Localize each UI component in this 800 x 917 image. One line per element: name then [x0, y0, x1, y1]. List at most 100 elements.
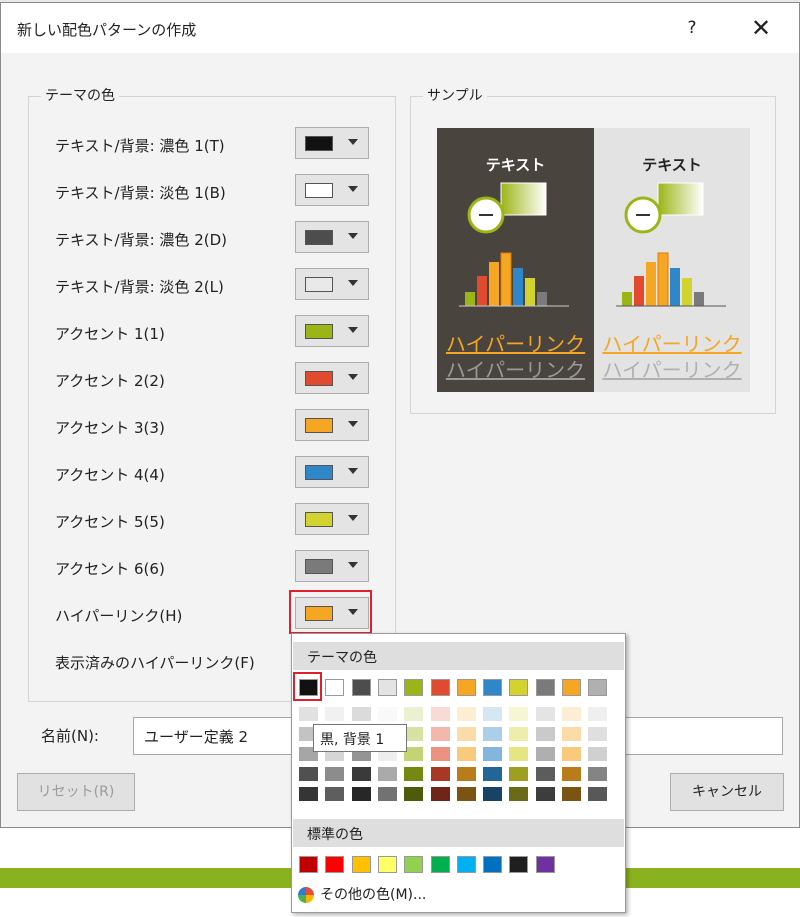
shade-color-cell[interactable]	[588, 747, 608, 761]
color-dropdown-button[interactable]	[295, 456, 369, 488]
close-button[interactable]: ✕	[743, 13, 779, 43]
shade-color-cell[interactable]	[404, 787, 424, 801]
shade-color-cell[interactable]	[509, 767, 529, 781]
color-row-label: アクセント 5(5)	[55, 513, 165, 531]
theme-color-cell[interactable]	[325, 679, 345, 696]
standard-color-cell[interactable]	[299, 856, 318, 873]
chevron-down-icon	[348, 139, 358, 145]
theme-color-cell[interactable]	[562, 679, 581, 696]
color-dropdown-button[interactable]	[295, 550, 369, 582]
shade-color-cell[interactable]	[588, 727, 608, 741]
shade-color-cell[interactable]	[351, 787, 371, 801]
standard-color-cell[interactable]	[377, 856, 397, 873]
shade-color-cell[interactable]	[562, 767, 581, 781]
shade-color-cell[interactable]	[588, 707, 608, 721]
shade-color-cell[interactable]	[325, 767, 345, 781]
theme-color-cell[interactable]	[483, 679, 503, 696]
shade-color-cell[interactable]	[430, 787, 450, 801]
shade-color-cell[interactable]	[377, 767, 397, 781]
color-dropdown-button[interactable]	[295, 315, 369, 347]
shade-color-cell[interactable]	[430, 707, 450, 721]
help-button[interactable]: ?	[677, 13, 707, 43]
shade-color-cell[interactable]	[351, 767, 371, 781]
shade-color-cell[interactable]	[562, 727, 581, 741]
color-dropdown-button[interactable]	[295, 503, 369, 535]
color-dropdown-button[interactable]	[295, 221, 369, 253]
shade-color-cell[interactable]	[535, 767, 555, 781]
shade-color-cell[interactable]	[377, 787, 397, 801]
shade-color-cell[interactable]	[588, 767, 608, 781]
standard-color-cell[interactable]	[456, 856, 476, 873]
shade-color-cell[interactable]	[509, 707, 529, 721]
shade-color-cell[interactable]	[588, 787, 608, 801]
shade-color-cell[interactable]	[483, 767, 503, 781]
color-dropdown-button[interactable]	[295, 127, 369, 159]
shade-color-cell[interactable]	[509, 727, 529, 741]
shade-color-cell[interactable]	[456, 747, 476, 761]
standard-color-cell[interactable]	[325, 856, 345, 873]
shade-color-cell[interactable]	[404, 747, 424, 761]
color-row-label: アクセント 4(4)	[55, 466, 165, 484]
shade-color-cell[interactable]	[404, 707, 424, 721]
chevron-down-icon	[348, 468, 358, 474]
shade-color-cell[interactable]	[535, 707, 555, 721]
reset-button[interactable]: リセット(R)	[17, 773, 135, 811]
cancel-button[interactable]: キャンセル	[670, 773, 784, 811]
color-dropdown-button[interactable]	[295, 268, 369, 300]
shade-color-cell[interactable]	[483, 727, 503, 741]
shade-color-cell[interactable]	[325, 707, 345, 721]
color-dropdown-button[interactable]	[295, 362, 369, 394]
shade-color-cell[interactable]	[562, 747, 581, 761]
theme-color-cell[interactable]	[377, 679, 397, 696]
shade-color-cell[interactable]	[535, 747, 555, 761]
color-dropdown-button[interactable]	[295, 174, 369, 206]
shade-color-cell[interactable]	[456, 787, 476, 801]
shade-color-cell[interactable]	[325, 787, 345, 801]
chevron-down-icon	[348, 186, 358, 192]
standard-color-cell[interactable]	[404, 856, 424, 873]
shade-color-cell[interactable]	[562, 707, 581, 721]
shade-color-cell[interactable]	[535, 787, 555, 801]
shade-color-cell[interactable]	[562, 787, 581, 801]
shade-color-cell[interactable]	[509, 787, 529, 801]
standard-color-cell[interactable]	[509, 856, 529, 873]
shade-color-cell[interactable]	[404, 767, 424, 781]
shade-color-cell[interactable]	[483, 787, 503, 801]
theme-color-cell[interactable]	[351, 679, 371, 696]
shade-color-cell[interactable]	[509, 747, 529, 761]
standard-color-cell[interactable]	[483, 856, 503, 873]
shade-color-cell[interactable]	[351, 707, 371, 721]
shade-color-cell[interactable]	[430, 767, 450, 781]
theme-color-cell[interactable]	[535, 679, 555, 696]
theme-color-cell[interactable]	[456, 679, 476, 696]
shade-color-cell[interactable]	[456, 767, 476, 781]
shade-color-cell[interactable]	[299, 787, 318, 801]
more-colors-item[interactable]: その他の色(M)...	[298, 884, 426, 904]
shade-color-cell[interactable]	[456, 707, 476, 721]
theme-color-cell[interactable]	[430, 679, 450, 696]
color-row-label: アクセント 1(1)	[55, 325, 165, 343]
shade-color-cell[interactable]	[483, 747, 503, 761]
sample-hyperlink: ハイパーリンク	[602, 332, 742, 356]
color-swatch	[305, 136, 333, 151]
color-swatch	[305, 324, 333, 339]
shade-color-cell[interactable]	[404, 727, 424, 741]
chevron-down-icon	[348, 562, 358, 568]
theme-color-cell[interactable]	[509, 679, 529, 696]
sample-visited-hyperlink: ハイパーリンク	[602, 358, 742, 382]
shade-color-cell[interactable]	[456, 727, 476, 741]
theme-color-cell[interactable]	[404, 679, 424, 696]
shade-color-cell[interactable]	[299, 767, 318, 781]
theme-color-cell[interactable]	[588, 679, 608, 696]
standard-color-cell[interactable]	[430, 856, 450, 873]
shade-color-cell[interactable]	[430, 727, 450, 741]
shade-color-cell[interactable]	[430, 747, 450, 761]
shade-color-cell[interactable]	[483, 707, 503, 721]
color-swatch	[305, 230, 333, 245]
standard-color-cell[interactable]	[535, 856, 555, 873]
shade-color-cell[interactable]	[535, 727, 555, 741]
standard-color-cell[interactable]	[351, 856, 371, 873]
shade-color-cell[interactable]	[299, 707, 318, 721]
shade-color-cell[interactable]	[377, 707, 397, 721]
color-dropdown-button[interactable]	[295, 409, 369, 441]
